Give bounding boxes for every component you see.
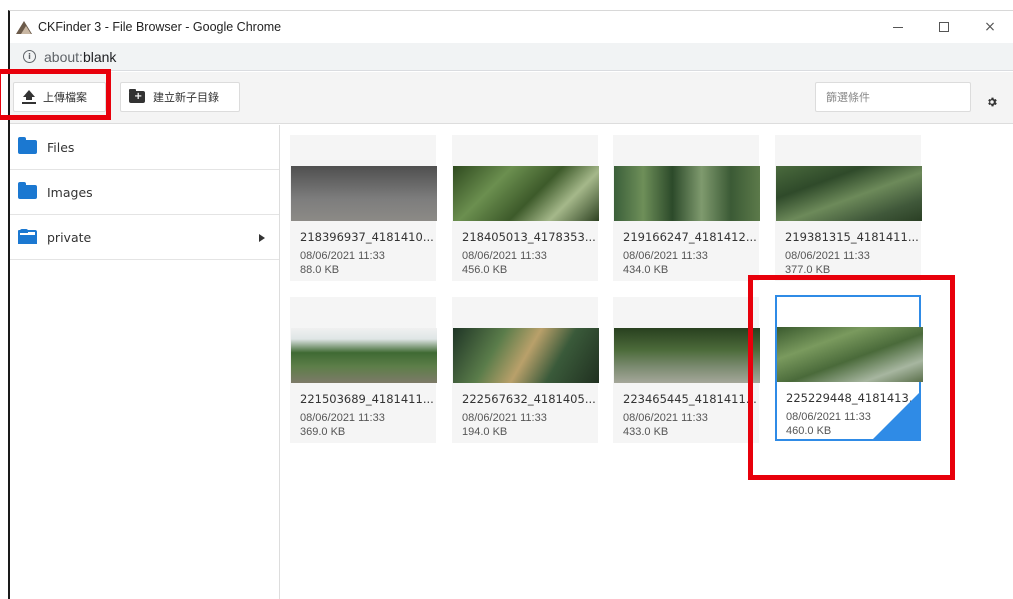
file-size: 194.0 KB (462, 426, 508, 438)
file-meta: 08/06/2021 11:33 194.0 KB (462, 411, 547, 439)
highlight-box-upload (0, 69, 111, 120)
title-bar: CKFinder 3 - File Browser - Google Chrom… (10, 11, 1013, 43)
file-tile[interactable]: 219381315_4181411... 08/06/2021 11:33 377… (775, 135, 922, 281)
new-folder-icon: + (129, 89, 145, 103)
file-name: 222567632_4181405... (462, 392, 596, 406)
sidebar-item-label: Files (47, 139, 75, 155)
maximize-icon (939, 22, 949, 32)
file-date: 08/06/2021 11:33 (623, 250, 708, 262)
close-button[interactable]: × (967, 11, 1013, 43)
file-date: 08/06/2021 11:33 (300, 412, 385, 424)
sidebar-item-files[interactable]: Files (10, 125, 279, 170)
file-meta: 08/06/2021 11:33 456.0 KB (462, 249, 547, 277)
file-name: 219381315_4181411... (785, 230, 919, 244)
file-thumbnail (453, 166, 599, 221)
minimize-icon (893, 26, 903, 28)
filter-input[interactable] (815, 82, 971, 112)
sidebar-item-label: private (47, 229, 92, 245)
file-name: 223465445_4181411... (623, 392, 757, 406)
file-thumbnail (453, 328, 599, 383)
file-tile[interactable]: 221503689_4181411... 08/06/2021 11:33 369… (290, 297, 437, 443)
file-date: 08/06/2021 11:33 (300, 250, 385, 262)
url-text[interactable]: about:blank (44, 49, 116, 65)
file-meta: 08/06/2021 11:33 434.0 KB (623, 249, 708, 277)
file-thumbnail (776, 166, 922, 221)
url-host: blank (82, 48, 117, 65)
folder-icon (18, 182, 37, 199)
minimize-button[interactable] (875, 11, 921, 43)
file-tile[interactable]: 219166247_4181412... 08/06/2021 11:33 434… (613, 135, 760, 281)
file-meta: 08/06/2021 11:33 369.0 KB (300, 411, 385, 439)
maximize-button[interactable] (921, 11, 967, 43)
new-folder-button[interactable]: + 建立新子目錄 (120, 82, 240, 112)
file-date: 08/06/2021 11:33 (623, 412, 708, 424)
url-scheme: about: (44, 48, 83, 65)
file-tile[interactable]: 218405013_4178353... 08/06/2021 11:33 456… (452, 135, 599, 281)
highlight-box-selected-file (748, 275, 955, 480)
file-thumbnail (291, 328, 437, 383)
file-size: 434.0 KB (623, 264, 669, 276)
file-tile[interactable]: 222567632_4181405... 08/06/2021 11:33 194… (452, 297, 599, 443)
info-icon[interactable]: i (23, 50, 36, 63)
window-title: CKFinder 3 - File Browser - Google Chrom… (38, 20, 282, 34)
file-meta: 08/06/2021 11:33 88.0 KB (300, 249, 385, 277)
toolbar: 上傳檔案 + 建立新子目錄 (10, 72, 1013, 124)
file-thumbnail (291, 166, 437, 221)
file-size: 369.0 KB (300, 426, 346, 438)
settings-gear-icon[interactable] (986, 96, 998, 108)
file-tile[interactable]: 223465445_4181411... 08/06/2021 11:33 433… (613, 297, 760, 443)
file-name: 218396937_4181410... (300, 230, 434, 244)
file-size: 88.0 KB (300, 264, 340, 276)
file-date: 08/06/2021 11:33 (462, 412, 547, 424)
file-meta: 08/06/2021 11:33 377.0 KB (785, 249, 870, 277)
file-tile[interactable]: 218396937_4181410... 08/06/2021 11:33 88.… (290, 135, 437, 281)
close-icon: × (984, 19, 996, 35)
folder-sidebar: Files Images private (10, 125, 280, 599)
file-name: 221503689_4181411... (300, 392, 434, 406)
sidebar-item-label: Images (47, 184, 93, 200)
ckfinder-app-icon (16, 20, 32, 34)
file-name: 219166247_4181412... (623, 230, 757, 244)
file-meta: 08/06/2021 11:33 433.0 KB (623, 411, 708, 439)
folder-icon (18, 137, 37, 154)
file-name: 218405013_4178353... (462, 230, 596, 244)
file-size: 433.0 KB (623, 426, 669, 438)
file-size: 456.0 KB (462, 264, 508, 276)
window-controls: × (875, 11, 1013, 43)
file-date: 08/06/2021 11:33 (462, 250, 547, 262)
new-folder-label: 建立新子目錄 (153, 91, 219, 104)
folder-open-icon (18, 229, 37, 244)
address-bar[interactable]: i about:blank (10, 43, 1013, 71)
expand-arrow-icon[interactable] (259, 234, 265, 242)
file-thumbnail (614, 328, 760, 383)
file-thumbnail (614, 166, 760, 221)
sidebar-item-images[interactable]: Images (10, 170, 279, 215)
file-date: 08/06/2021 11:33 (785, 250, 870, 262)
sidebar-item-private[interactable]: private (10, 215, 279, 260)
